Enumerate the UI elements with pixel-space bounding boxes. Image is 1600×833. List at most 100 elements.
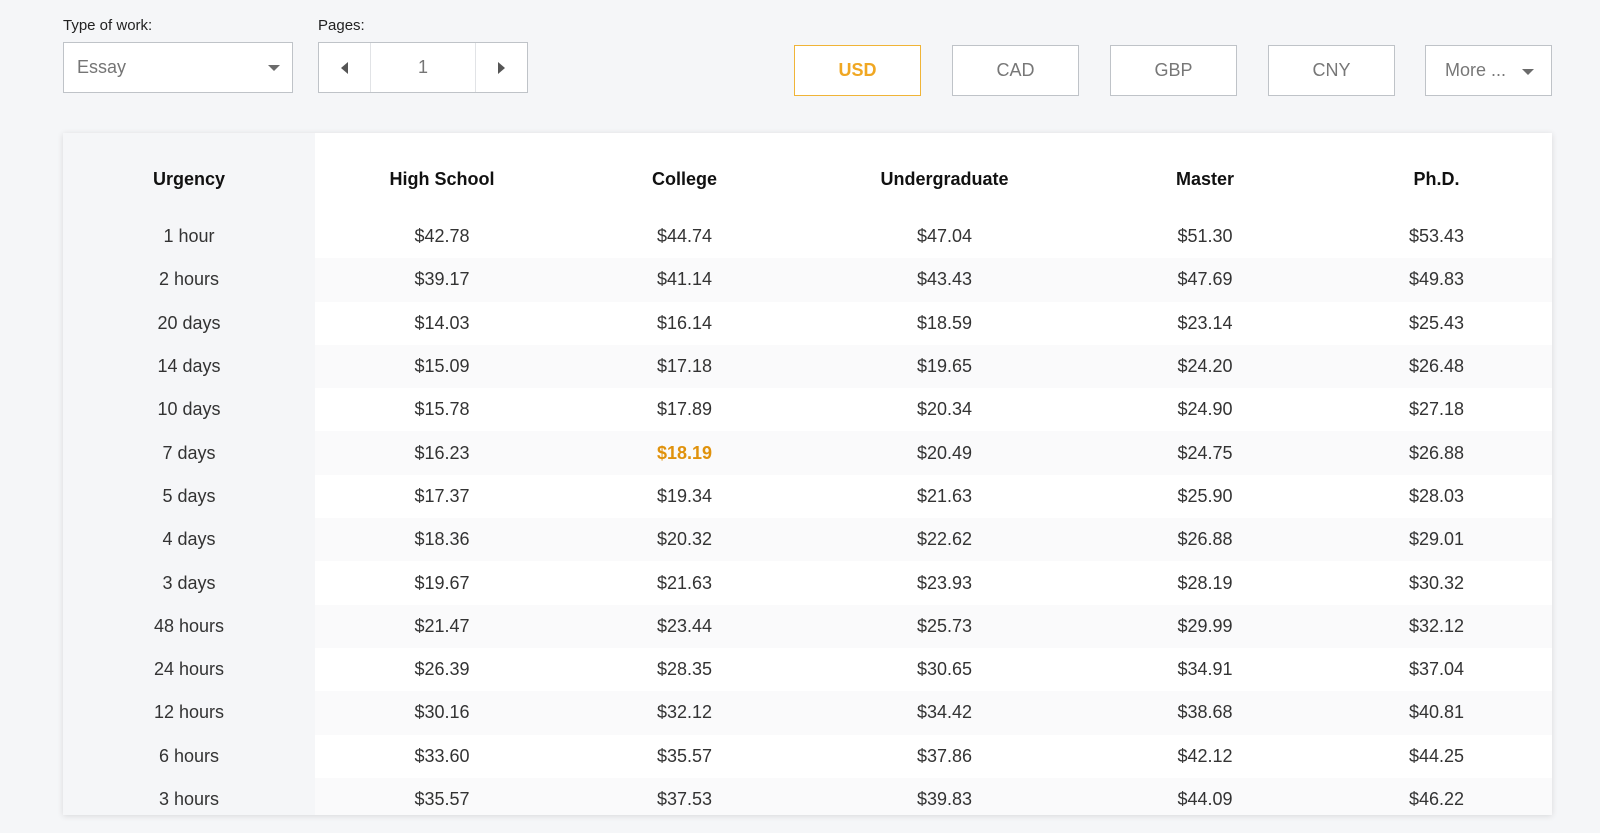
- price-cell[interactable]: $28.19: [1089, 561, 1321, 605]
- urgency-cell: 6 hours: [158, 745, 220, 766]
- header-master: Master: [1175, 168, 1235, 189]
- table-row: 48 hours $21.47 $23.44 $25.73 $29.99 $32.12: [63, 604, 1552, 648]
- price-cell[interactable]: $25.43: [1321, 301, 1552, 345]
- price-cell[interactable]: $35.57: [315, 777, 569, 815]
- price-cell[interactable]: $14.03: [315, 301, 569, 345]
- price-cell[interactable]: $15.78: [315, 388, 569, 432]
- pages-stepper[interactable]: 1: [318, 42, 528, 93]
- price-cell[interactable]: $18.59: [800, 301, 1089, 345]
- price-cell[interactable]: $23.93: [800, 561, 1089, 605]
- price-cell[interactable]: $34.91: [1089, 647, 1321, 692]
- price-cell[interactable]: $21.63: [800, 474, 1089, 519]
- price-cell[interactable]: $26.88: [1089, 518, 1321, 562]
- price-cell[interactable]: $26.39: [315, 647, 569, 692]
- price-cell[interactable]: $25.73: [800, 604, 1089, 648]
- price-cell[interactable]: $53.43: [1321, 215, 1552, 259]
- currency-more-label: More ...: [1445, 60, 1507, 80]
- urgency-cell: 3 hours: [158, 789, 220, 809]
- price-cell[interactable]: $37.86: [800, 734, 1089, 778]
- urgency-cell: 20 days: [157, 312, 221, 333]
- price-cell[interactable]: $15.09: [315, 344, 569, 389]
- price-cell[interactable]: $43.43: [800, 258, 1089, 302]
- price-cell[interactable]: $44.25: [1321, 734, 1552, 778]
- price-cell[interactable]: $16.23: [315, 431, 569, 475]
- price-cell[interactable]: $46.22: [1321, 777, 1552, 815]
- table-row: 14 days $15.09 $17.18 $19.65 $24.20 $26.48: [63, 344, 1552, 389]
- price-cell[interactable]: $28.35: [569, 647, 800, 692]
- type-of-work-select[interactable]: Essay: [63, 42, 293, 93]
- chevron-down-icon: [268, 65, 280, 71]
- price-cell[interactable]: $42.78: [315, 215, 569, 259]
- urgency-cell: 12 hours: [153, 702, 225, 723]
- table-row: 24 hours $26.39 $28.35 $30.65 $34.91 $37.04: [63, 647, 1552, 692]
- urgency-cell: 4 days: [162, 529, 216, 550]
- price-cell[interactable]: $19.34: [569, 474, 800, 519]
- price-cell[interactable]: $32.12: [1321, 604, 1552, 648]
- price-cell[interactable]: $37.53: [569, 777, 800, 815]
- price-cell[interactable]: $44.74: [569, 215, 800, 259]
- table-row: 2 hours $39.17 $41.14 $43.43 $47.69 $49.83: [63, 258, 1552, 302]
- price-cell[interactable]: $19.67: [315, 561, 569, 605]
- price-cell[interactable]: $16.14: [569, 301, 800, 345]
- price-cell[interactable]: $44.09: [1089, 777, 1321, 815]
- price-cell[interactable]: $40.81: [1321, 691, 1552, 735]
- price-cell[interactable]: $33.60: [315, 734, 569, 778]
- price-cell[interactable]: $28.03: [1321, 474, 1552, 519]
- price-cell[interactable]: $41.14: [569, 258, 800, 302]
- price-cell[interactable]: $20.32: [569, 518, 800, 562]
- price-cell[interactable]: $22.62: [800, 518, 1089, 562]
- currency-button-cny[interactable]: CNY: [1268, 45, 1395, 96]
- price-cell[interactable]: $26.48: [1321, 344, 1552, 389]
- price-cell[interactable]: $17.37: [315, 474, 569, 519]
- urgency-cell: 3 days: [162, 572, 216, 593]
- price-cell[interactable]: $30.32: [1321, 561, 1552, 605]
- price-cell[interactable]: $30.65: [800, 647, 1089, 692]
- table-row: 4 days $18.36 $20.32 $22.62 $26.88 $29.01: [63, 518, 1552, 562]
- price-cell[interactable]: $39.17: [315, 258, 569, 302]
- price-cell[interactable]: $51.30: [1089, 215, 1321, 259]
- urgency-cell: 5 days: [162, 485, 216, 506]
- price-cell[interactable]: $21.47: [315, 604, 569, 648]
- price-cell[interactable]: $29.01: [1321, 518, 1552, 562]
- decrement-button[interactable]: [319, 43, 371, 92]
- price-cell[interactable]: $21.63: [569, 561, 800, 605]
- price-cell[interactable]: $17.18: [569, 344, 800, 389]
- price-cell[interactable]: $47.69: [1089, 258, 1321, 302]
- pages-value[interactable]: 1: [371, 43, 475, 92]
- price-cell[interactable]: $24.75: [1089, 431, 1321, 475]
- price-cell[interactable]: $32.12: [569, 691, 800, 735]
- increment-button[interactable]: [475, 43, 527, 92]
- price-cell[interactable]: $29.99: [1089, 604, 1321, 648]
- currency-button-gbp[interactable]: GBP: [1110, 45, 1237, 96]
- price-cell[interactable]: $42.12: [1089, 734, 1321, 778]
- currency-more-dropdown[interactable]: More ...: [1425, 45, 1552, 96]
- price-cell[interactable]: $24.90: [1089, 388, 1321, 432]
- price-cell[interactable]: $23.44: [569, 604, 800, 648]
- price-cell[interactable]: $18.19: [569, 431, 800, 475]
- currency-button-usd[interactable]: USD: [794, 45, 921, 96]
- currency-button-cad[interactable]: CAD: [952, 45, 1079, 96]
- price-cell[interactable]: $25.90: [1089, 474, 1321, 519]
- price-cell[interactable]: $20.34: [800, 388, 1089, 432]
- price-cell[interactable]: $23.14: [1089, 301, 1321, 345]
- price-cell[interactable]: $24.20: [1089, 344, 1321, 389]
- urgency-cell: 10 days: [157, 399, 221, 420]
- price-cell[interactable]: $34.42: [800, 691, 1089, 735]
- price-cell[interactable]: $47.04: [800, 215, 1089, 259]
- price-cell[interactable]: $37.04: [1321, 647, 1552, 692]
- table-row: 12 hours $30.16 $32.12 $34.42 $38.68 $40.81: [63, 691, 1552, 735]
- price-cell[interactable]: $18.36: [315, 518, 569, 562]
- urgency-cell: 24 hours: [153, 659, 225, 680]
- price-cell[interactable]: $39.83: [800, 777, 1089, 815]
- price-cell[interactable]: $35.57: [569, 734, 800, 778]
- price-cell[interactable]: $17.89: [569, 388, 800, 432]
- price-cell[interactable]: $20.49: [800, 431, 1089, 475]
- price-cell[interactable]: $19.65: [800, 344, 1089, 389]
- price-cell[interactable]: $49.83: [1321, 258, 1552, 302]
- price-cell[interactable]: $27.18: [1321, 388, 1552, 432]
- price-cell[interactable]: $30.16: [315, 691, 569, 735]
- table-body: 1 hour $42.78 $44.74 $47.04 $51.30 $53.43 2 ho…: [63, 215, 1552, 815]
- price-cell[interactable]: $26.88: [1321, 431, 1552, 475]
- price-cell[interactable]: $38.68: [1089, 691, 1321, 735]
- urgency-cell: 1 hour: [163, 226, 215, 247]
